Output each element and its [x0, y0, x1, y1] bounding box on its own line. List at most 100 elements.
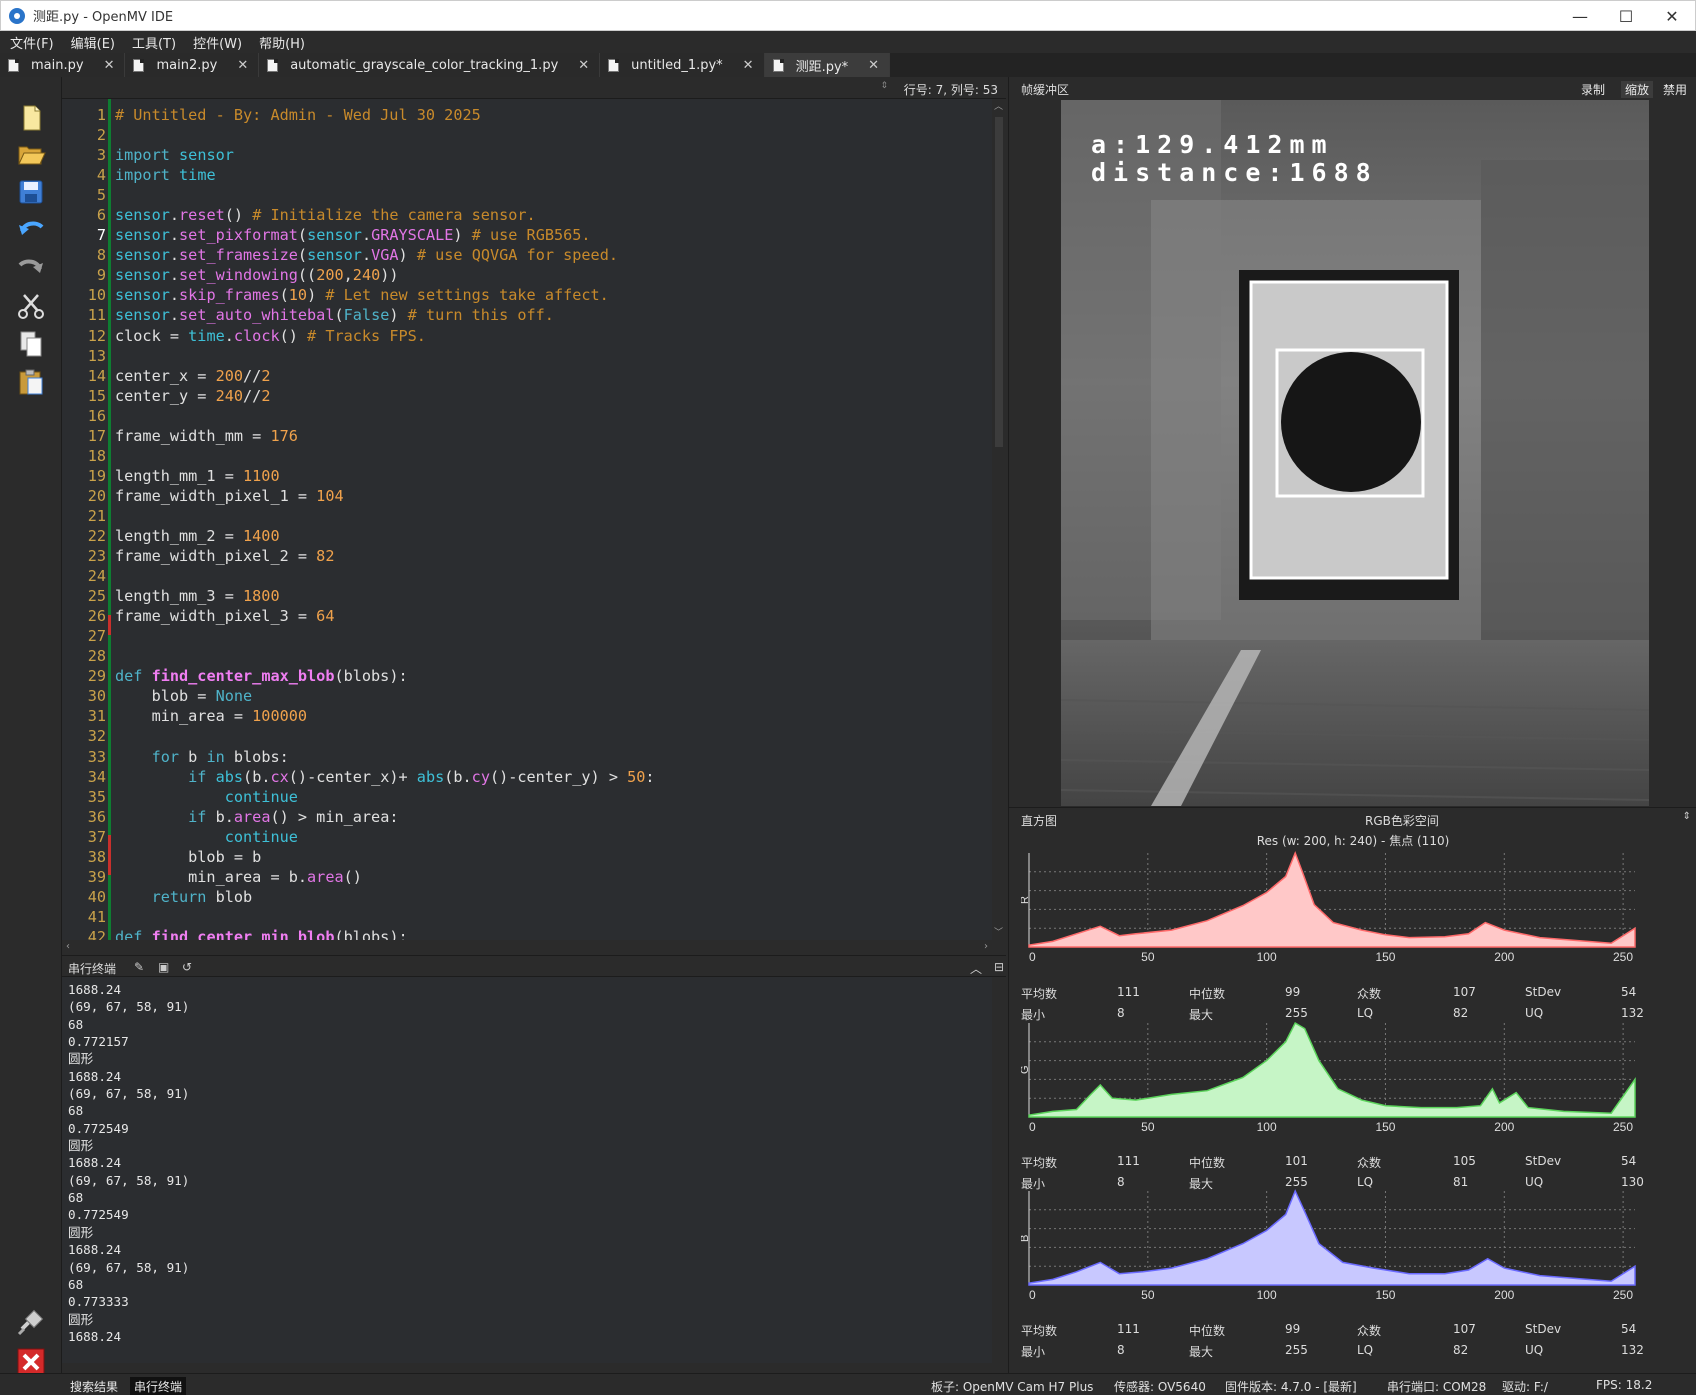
spin-arrows-icon[interactable]: ⇕: [1683, 811, 1691, 822]
new-file-icon[interactable]: [16, 103, 46, 133]
code-line[interactable]: 18: [62, 446, 992, 466]
code-line[interactable]: 34 if abs(b.cx()-center_x)+ abs(b.cy()-c…: [62, 767, 992, 787]
search-results-tab[interactable]: 搜索结果: [66, 1377, 122, 1395]
tab-close-icon[interactable]: ✕: [578, 58, 589, 73]
redo-icon[interactable]: [16, 253, 46, 283]
copy-icon[interactable]: [16, 329, 46, 359]
code-line[interactable]: 36 if b.area() > min_area:: [62, 807, 992, 827]
code-line[interactable]: 5: [62, 185, 992, 205]
code-line[interactable]: 11 sensor.set_auto_whitebal(False) # turn…: [62, 305, 992, 325]
code-line[interactable]: 27: [62, 626, 992, 646]
frame-buffer-image[interactable]: a:129.412mm distance:1688: [1061, 100, 1649, 806]
open-folder-icon[interactable]: [16, 139, 46, 169]
code-line[interactable]: 39 min_area = b.area(): [62, 867, 992, 887]
record-button[interactable]: 录制: [1581, 81, 1605, 98]
code-line[interactable]: 25 length_mm_3 = 1800: [62, 586, 992, 606]
code-line[interactable]: 15 center_y = 240//2: [62, 386, 992, 406]
terminal-scrollbar[interactable]: [992, 977, 1006, 1363]
code-line[interactable]: 17 frame_width_mm = 176: [62, 426, 992, 446]
zoom-button[interactable]: 缩放: [1621, 81, 1654, 98]
code-line[interactable]: 13: [62, 346, 992, 366]
code-line[interactable]: 41: [62, 907, 992, 927]
code-line[interactable]: 24: [62, 566, 992, 586]
maximize-button[interactable]: ☐: [1603, 1, 1649, 32]
spin-arrows-icon[interactable]: ⇕: [880, 81, 888, 91]
menu-help[interactable]: 帮助(H): [249, 33, 312, 52]
connect-icon[interactable]: [16, 1307, 46, 1337]
serial-terminal-tab[interactable]: 串行终端: [130, 1377, 187, 1395]
tab-close-icon[interactable]: ✕: [743, 58, 754, 73]
color-space-select[interactable]: RGB色彩空间: [1365, 812, 1439, 829]
paste-icon[interactable]: [16, 367, 46, 397]
code-line[interactable]: 2: [62, 125, 992, 145]
code-line[interactable]: 32: [62, 726, 992, 746]
code-line[interactable]: 3 import sensor: [62, 145, 992, 165]
code-line[interactable]: 21: [62, 506, 992, 526]
code-line[interactable]: 16: [62, 406, 992, 426]
board-info[interactable]: 板子: OpenMV Cam H7 Plus: [931, 1378, 1093, 1395]
scrollbar-thumb[interactable]: [995, 117, 1003, 447]
code-line[interactable]: 7 sensor.set_pixformat(sensor.GRAYSCALE) …: [62, 225, 992, 245]
tab-main-py[interactable]: main.py ✕: [0, 53, 126, 77]
tab-close-icon[interactable]: ✕: [868, 58, 879, 73]
tab-color-tracking-py[interactable]: automatic_grayscale_color_tracking_1.py …: [259, 53, 601, 77]
disable-button[interactable]: 禁用: [1663, 81, 1687, 98]
wrap-icon[interactable]: ↺: [182, 960, 196, 974]
code-editor[interactable]: 1 # Untitled - By: Admin - Wed Jul 30 202…: [62, 99, 1006, 940]
code-line[interactable]: 35 continue: [62, 787, 992, 807]
code-line[interactable]: 33 for b in blobs:: [62, 747, 992, 767]
code-line[interactable]: 26 frame_width_pixel_3 = 64: [62, 606, 992, 626]
code-line[interactable]: 6 sensor.reset() # Initialize the camera …: [62, 205, 992, 225]
tab-untitled-1-py[interactable]: untitled_1.py* ✕: [600, 53, 765, 77]
editor-horizontal-scrollbar[interactable]: ‹ ›: [62, 940, 1006, 954]
save-log-icon[interactable]: ▣: [158, 960, 172, 974]
code-lines[interactable]: 1 # Untitled - By: Admin - Wed Jul 30 202…: [62, 105, 992, 940]
code-line[interactable]: 23 frame_width_pixel_2 = 82: [62, 546, 992, 566]
code-line[interactable]: 4 import time: [62, 165, 992, 185]
code-line[interactable]: 22 length_mm_2 = 1400: [62, 526, 992, 546]
code-line[interactable]: 29 def find_center_max_blob(blobs):: [62, 666, 992, 686]
editor-vertical-scrollbar[interactable]: ︿ ﹀: [992, 99, 1006, 940]
code-line[interactable]: 12 clock = time.clock() # Tracks FPS.: [62, 326, 992, 346]
line-number: 25: [87, 587, 106, 606]
minimize-button[interactable]: —: [1557, 1, 1603, 32]
code-line[interactable]: 8 sensor.set_framesize(sensor.VGA) # use …: [62, 245, 992, 265]
drive-info[interactable]: 驱动: F:/: [1502, 1378, 1548, 1395]
serial-terminal[interactable]: 1688.24 (69, 67, 58, 91) 68 0.772157 圆形 1688.…: [62, 977, 1006, 1363]
close-button[interactable]: ✕: [1649, 1, 1695, 32]
serial-port-info[interactable]: 串行端口: COM28: [1387, 1378, 1486, 1395]
code-line[interactable]: 14 center_x = 200//2: [62, 366, 992, 386]
scroll-down-icon[interactable]: ﹀: [994, 925, 1003, 938]
menu-edit[interactable]: 编辑(E): [61, 33, 122, 52]
scroll-up-icon[interactable]: ︿: [994, 99, 1003, 112]
tab-main2-py[interactable]: main2.py ✕: [125, 53, 260, 77]
tab-ceju-py[interactable]: 测距.py* ✕: [764, 53, 891, 77]
code-line[interactable]: 20 frame_width_pixel_1 = 104: [62, 486, 992, 506]
undock-icon[interactable]: ⊟: [994, 960, 1008, 974]
code-line[interactable]: 19 length_mm_1 = 1100: [62, 466, 992, 486]
tab-close-icon[interactable]: ✕: [237, 58, 248, 73]
scroll-left-icon[interactable]: ‹: [66, 941, 70, 952]
code-line[interactable]: 9 sensor.set_windowing((200,240)): [62, 265, 992, 285]
scroll-right-icon[interactable]: ›: [984, 941, 988, 952]
menu-tools[interactable]: 工具(T): [122, 33, 183, 52]
code-line[interactable]: 30 blob = None: [62, 686, 992, 706]
menu-file[interactable]: 文件(F): [0, 33, 61, 52]
code-line[interactable]: 28: [62, 646, 992, 666]
cut-icon[interactable]: [16, 291, 46, 321]
code-line[interactable]: 31 min_area = 100000: [62, 706, 992, 726]
undo-icon[interactable]: [16, 215, 46, 245]
code-line[interactable]: 42 def find_center_min_blob(blobs):: [62, 927, 992, 940]
code-line[interactable]: 10 sensor.skip_frames(10) # Let new setti…: [62, 285, 992, 305]
menu-widgets[interactable]: 控件(W): [183, 33, 249, 52]
line-number: 30: [87, 687, 106, 706]
save-icon[interactable]: [16, 177, 46, 207]
firmware-info[interactable]: 固件版本: 4.7.0 - [最新]: [1225, 1378, 1357, 1395]
code-line[interactable]: 37 continue: [62, 827, 992, 847]
tab-close-icon[interactable]: ✕: [104, 58, 115, 73]
clear-terminal-icon[interactable]: ✎: [134, 960, 148, 974]
code-line[interactable]: 38 blob = b: [62, 847, 992, 867]
collapse-icon[interactable]: ︿: [970, 960, 984, 976]
code-line[interactable]: 40 return blob: [62, 887, 992, 907]
code-line[interactable]: 1 # Untitled - By: Admin - Wed Jul 30 202…: [62, 105, 992, 125]
